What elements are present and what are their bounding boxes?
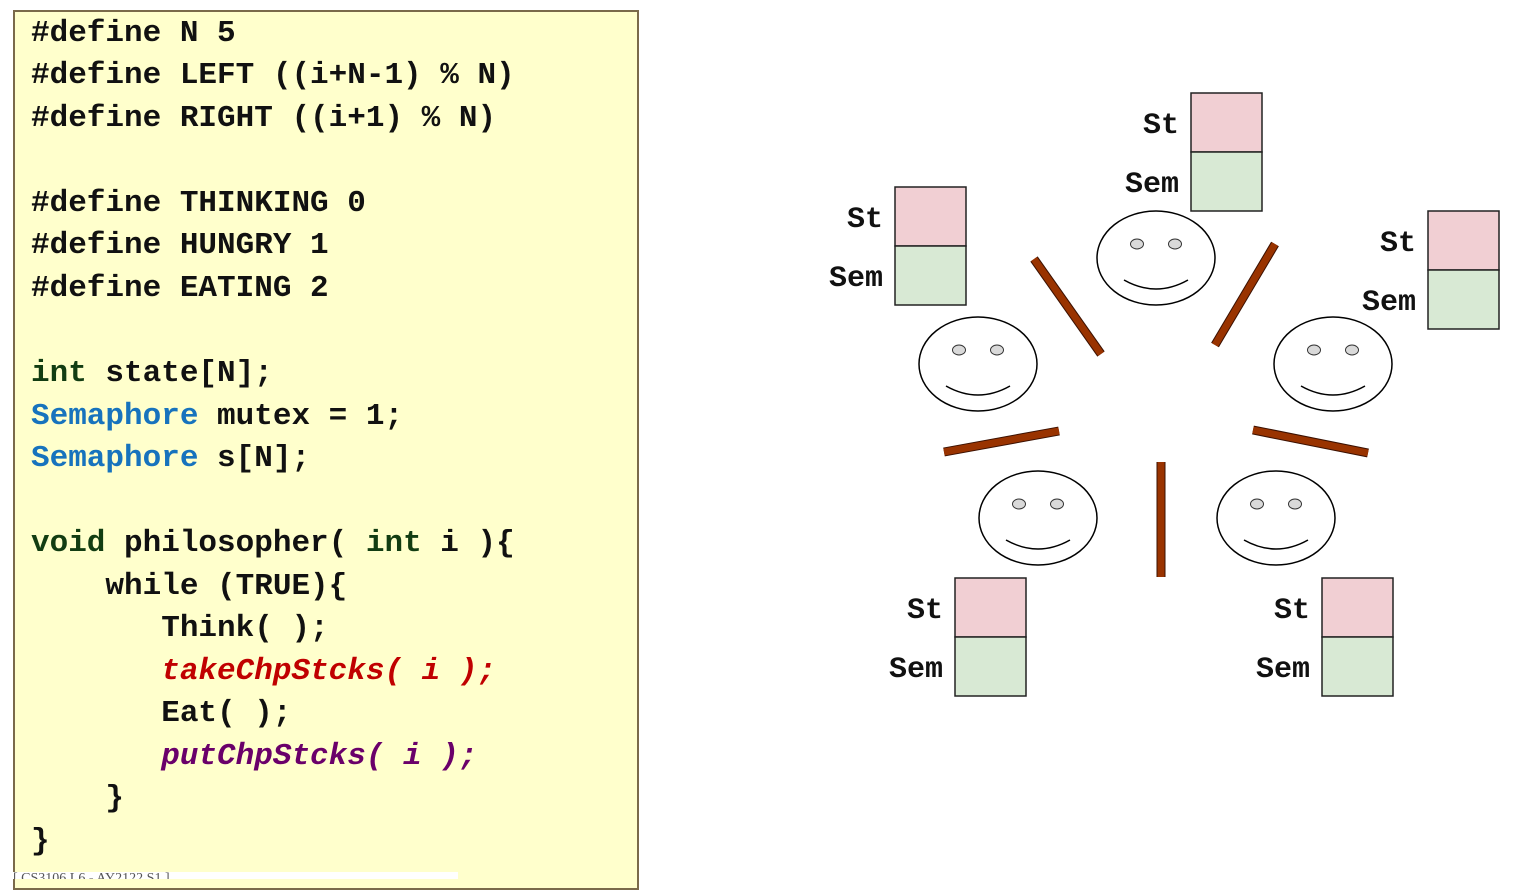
eye-icon [1050, 498, 1064, 510]
dining-philosophers-diagram: St Sem St Sem St Sem St Sem St Sem [829, 92, 1500, 697]
state-label: St [847, 203, 883, 237]
chopstick [1252, 426, 1369, 457]
state-box [1190, 92, 1263, 153]
eye-icon [1307, 344, 1321, 356]
semaphore-box [894, 245, 967, 306]
state-box [954, 577, 1027, 638]
chopstick [943, 427, 1060, 456]
eye-icon [1130, 238, 1144, 250]
semaphore-box [1190, 151, 1263, 212]
chopstick [1211, 242, 1279, 347]
semaphore-label: Sem [1125, 168, 1179, 202]
philosopher-face [1096, 210, 1216, 306]
state-label: St [907, 594, 943, 628]
eye-icon [1012, 498, 1026, 510]
semaphore-box [1427, 269, 1500, 330]
semaphore-box [1321, 636, 1394, 697]
chopstick [1031, 256, 1104, 357]
semaphore-label: Sem [829, 262, 883, 296]
semaphore-label: Sem [889, 653, 943, 687]
eye-icon [1250, 498, 1264, 510]
eye-icon [1168, 238, 1182, 250]
state-label: St [1143, 109, 1179, 143]
eye-icon [1288, 498, 1302, 510]
state-box [1321, 577, 1394, 638]
philosopher-face [1273, 316, 1393, 412]
state-box [894, 186, 967, 247]
philosopher-face [918, 316, 1038, 412]
semaphore-box [954, 636, 1027, 697]
philosopher-face [1216, 470, 1336, 566]
state-label: St [1380, 227, 1416, 261]
philosopher-face [978, 470, 1098, 566]
semaphore-label: Sem [1256, 653, 1310, 687]
semaphore-label: Sem [1362, 286, 1416, 320]
state-box [1427, 210, 1500, 271]
state-label: St [1274, 594, 1310, 628]
eye-icon [990, 344, 1004, 356]
eye-icon [1345, 344, 1359, 356]
eye-icon [952, 344, 966, 356]
